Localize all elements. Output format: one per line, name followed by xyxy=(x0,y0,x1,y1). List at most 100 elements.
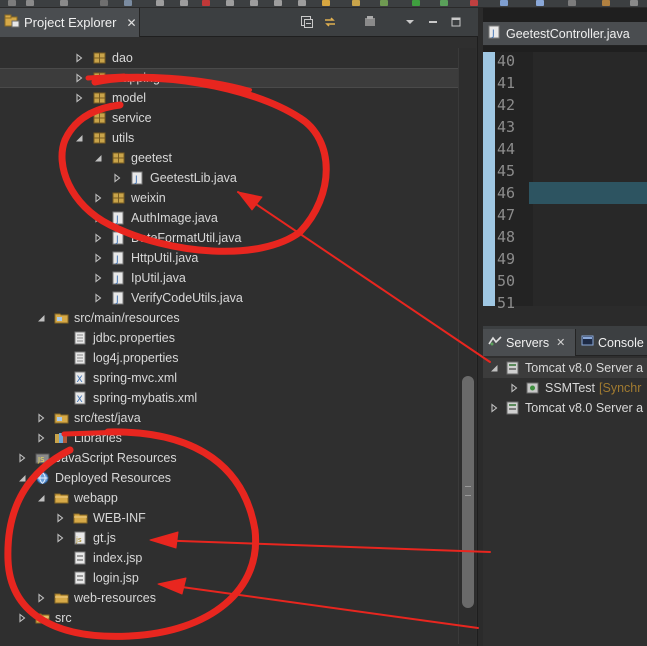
expanded-arrow-icon[interactable] xyxy=(36,313,46,323)
toolbar-step-into-icon[interactable] xyxy=(250,0,258,6)
tree-item-label: mapping xyxy=(112,71,160,85)
tree-item[interactable]: dao xyxy=(0,48,458,68)
tree-item[interactable]: J DateFormatUtil.java xyxy=(0,228,458,248)
toolbar-drop-frame-icon[interactable] xyxy=(322,0,330,6)
server-item[interactable]: Tomcat v8.0 Server a xyxy=(483,398,647,418)
minimize-icon[interactable] xyxy=(425,14,441,30)
collapsed-arrow-icon[interactable] xyxy=(74,73,84,83)
code-area[interactable] xyxy=(533,52,647,306)
tree-item[interactable]: web-resources xyxy=(0,588,458,608)
module-icon xyxy=(525,381,540,395)
tree-item[interactable]: log4j.properties xyxy=(0,348,458,368)
toolbar-print-icon[interactable] xyxy=(26,0,34,6)
tab-servers[interactable]: Servers ✕ xyxy=(483,329,576,356)
collapsed-arrow-icon[interactable] xyxy=(17,453,27,463)
collapsed-arrow-icon[interactable] xyxy=(55,533,65,543)
tab-project-explorer[interactable]: Project Explorer ✕ xyxy=(0,8,140,37)
toolbar-terminate-icon[interactable] xyxy=(202,0,210,6)
toolbar-open-type-icon[interactable] xyxy=(568,0,576,6)
tree-item[interactable]: utils xyxy=(0,128,458,148)
tree-item[interactable]: mapping xyxy=(0,68,458,88)
scrollbar-thumb[interactable] xyxy=(462,376,474,608)
collapsed-arrow-icon[interactable] xyxy=(74,53,84,63)
collapsed-arrow-icon[interactable] xyxy=(36,433,46,443)
tree-item[interactable]: Libraries xyxy=(0,428,458,448)
tree-item[interactable]: Xspring-mvc.xml xyxy=(0,368,458,388)
server-item[interactable]: Tomcat v8.0 Server a xyxy=(483,358,647,378)
tree-item[interactable]: js gt.js xyxy=(0,528,458,548)
close-icon[interactable]: ✕ xyxy=(126,16,136,30)
toolbar-skip-icon[interactable] xyxy=(124,0,132,6)
collapsed-arrow-icon[interactable] xyxy=(36,413,46,423)
toolbar-nav-icon[interactable] xyxy=(630,0,638,6)
tree-item[interactable]: Xspring-mybatis.xml xyxy=(0,388,458,408)
expanded-arrow-icon[interactable] xyxy=(36,493,46,503)
view-menu-icon[interactable] xyxy=(402,14,418,30)
tree-item[interactable]: login.jsp xyxy=(0,568,458,588)
tree-item[interactable]: J VerifyCodeUtils.java xyxy=(0,288,458,308)
tree-item[interactable]: service xyxy=(0,108,458,128)
tree-item[interactable]: src xyxy=(0,608,458,628)
toolbar-resume-icon[interactable] xyxy=(156,0,164,6)
tree-item[interactable]: Deployed Resources xyxy=(0,468,458,488)
tree-item[interactable]: src/main/resources xyxy=(0,308,458,328)
toolbar-properties-icon[interactable] xyxy=(100,0,108,6)
expanded-arrow-icon[interactable] xyxy=(489,363,499,373)
tree-item[interactable]: webapp xyxy=(0,488,458,508)
toolbar-annotation-icon[interactable] xyxy=(602,0,610,6)
tree-item[interactable]: geetest xyxy=(0,148,458,168)
toolbar-debug-icon[interactable] xyxy=(470,0,478,6)
tree-item[interactable]: index.jsp xyxy=(0,548,458,568)
toolbar-step-return-icon[interactable] xyxy=(298,0,306,6)
collapsed-arrow-icon[interactable] xyxy=(93,193,103,203)
toolbar-search-icon[interactable] xyxy=(536,0,544,6)
toolbar-run-icon[interactable] xyxy=(412,0,420,6)
toolbar-save-icon[interactable] xyxy=(8,0,16,6)
collapsed-arrow-icon[interactable] xyxy=(74,93,84,103)
tree-item[interactable]: model xyxy=(0,88,458,108)
toolbar-server-icon[interactable] xyxy=(352,0,360,6)
tab-geetestcontroller[interactable]: J GeetestController.java xyxy=(483,22,647,46)
toolbar-new-server-icon[interactable] xyxy=(380,0,388,6)
toolbar-suspend-icon[interactable] xyxy=(180,0,188,6)
collapsed-arrow-icon[interactable] xyxy=(55,513,65,523)
explorer-scrollbar[interactable] xyxy=(458,48,476,644)
collapsed-arrow-icon[interactable] xyxy=(112,173,122,183)
expanded-arrow-icon[interactable] xyxy=(93,153,103,163)
tree-item[interactable]: jdbc.properties xyxy=(0,328,458,348)
focus-icon[interactable] xyxy=(362,14,378,30)
tree-item-label: WEB-INF xyxy=(93,511,146,525)
collapsed-arrow-icon[interactable] xyxy=(17,613,27,623)
tree-item[interactable]: J GeetestLib.java xyxy=(0,168,458,188)
expanded-arrow-icon[interactable] xyxy=(17,473,27,483)
tree-item[interactable]: JS JavaScript Resources xyxy=(0,448,458,468)
tree-item[interactable]: WEB-INF xyxy=(0,508,458,528)
collapsed-arrow-icon[interactable] xyxy=(93,233,103,243)
tree-item[interactable]: J IpUtil.java xyxy=(0,268,458,288)
collapse-all-icon[interactable] xyxy=(299,14,315,30)
toolbar-external-tools-icon[interactable] xyxy=(500,0,508,6)
link-with-editor-icon[interactable] xyxy=(322,14,338,30)
collapsed-arrow-icon[interactable] xyxy=(93,213,103,223)
tree-item-label: log4j.properties xyxy=(93,351,179,365)
collapsed-arrow-icon[interactable] xyxy=(93,293,103,303)
tree-item[interactable]: weixin xyxy=(0,188,458,208)
collapsed-arrow-icon[interactable] xyxy=(489,403,499,413)
toolbar-run-last-icon[interactable] xyxy=(440,0,448,6)
tree-item[interactable]: J AuthImage.java xyxy=(0,208,458,228)
close-icon[interactable]: ✕ xyxy=(556,336,565,349)
tree-item[interactable]: src/test/java xyxy=(0,408,458,428)
tab-console[interactable]: Console xyxy=(576,329,647,356)
collapsed-arrow-icon[interactable] xyxy=(36,593,46,603)
toolbar-new-icon[interactable] xyxy=(60,0,68,6)
collapsed-arrow-icon[interactable] xyxy=(509,383,519,393)
expanded-arrow-icon[interactable] xyxy=(74,133,84,143)
project-explorer-icon xyxy=(4,14,20,31)
server-module-item[interactable]: SSMTest [Synchr xyxy=(483,378,647,398)
maximize-icon[interactable] xyxy=(448,14,464,30)
toolbar-disconnect-icon[interactable] xyxy=(226,0,234,6)
toolbar-step-over-icon[interactable] xyxy=(274,0,282,6)
tree-item[interactable]: J HttpUtil.java xyxy=(0,248,458,268)
collapsed-arrow-icon[interactable] xyxy=(93,253,103,263)
collapsed-arrow-icon[interactable] xyxy=(93,273,103,283)
